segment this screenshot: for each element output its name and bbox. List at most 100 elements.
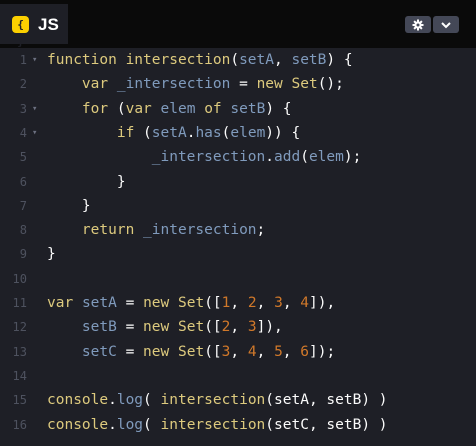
code-token: 6 xyxy=(300,343,309,360)
code-token: , xyxy=(230,319,248,336)
line-number: 1 xyxy=(19,53,27,67)
line-number: 4 xyxy=(19,125,27,140)
code-line[interactable]: 7 } xyxy=(0,194,476,218)
line-number: 11 xyxy=(12,296,27,310)
code-token: , xyxy=(282,295,301,311)
code-token: _intersection xyxy=(151,149,266,166)
code-line[interactable]: 2 var _intersection = new Set(); xyxy=(0,72,476,96)
code-token: Set xyxy=(291,76,318,93)
code-line[interactable]: 16 console.log( intersection(setC, setB) … xyxy=(0,413,476,437)
code-text: _intersection.add(elem); xyxy=(47,145,362,169)
code-area[interactable]: 1 ▾ function intersection(setA, setB) {2 v… xyxy=(0,48,476,446)
code-token: add xyxy=(274,149,301,166)
code-token: ([ xyxy=(204,295,222,311)
code-token: intersection xyxy=(160,416,266,433)
code-token: 3 xyxy=(247,319,257,336)
code-token: ) ) xyxy=(361,392,388,409)
tab-js[interactable]: { } JS xyxy=(0,4,68,48)
settings-button[interactable] xyxy=(405,16,431,33)
code-line[interactable]: 10 xyxy=(0,267,476,291)
code-text: if (setA.has(elem)) { xyxy=(47,121,300,145)
code-line[interactable]: 3 ▾ for (var elem of setB) { xyxy=(0,97,476,121)
code-text: setB = new Set([2, 3]), xyxy=(47,315,283,339)
code-token: console xyxy=(47,416,109,433)
line-number: 14 xyxy=(12,368,27,383)
code-token: setC xyxy=(81,343,117,360)
code-token: } xyxy=(81,197,91,214)
collapse-button[interactable] xyxy=(433,16,459,33)
line-number: 12 xyxy=(12,320,27,335)
code-token: . xyxy=(265,149,274,166)
code-line[interactable]: 4 ▾ if (setA.has(elem)) { xyxy=(0,121,476,145)
code-token: log xyxy=(116,416,144,433)
code-token: , xyxy=(256,343,275,360)
code-text: console.log( intersection(setA, setB) ) xyxy=(47,388,388,412)
code-token: function xyxy=(47,52,117,68)
code-token: elem xyxy=(230,124,266,141)
fold-arrow-icon[interactable]: ▾ xyxy=(32,97,37,121)
code-token: intersection xyxy=(160,392,266,409)
code-token: = xyxy=(230,76,257,93)
fold-arrow-icon[interactable]: ▾ xyxy=(32,121,37,145)
line-number: 8 xyxy=(19,223,27,238)
code-text: } xyxy=(47,242,56,266)
fold-arrow-icon[interactable]: ▾ xyxy=(32,48,37,72)
code-line[interactable]: 15 console.log( intersection(setA, setB) … xyxy=(0,388,476,412)
code-token: elem xyxy=(160,100,196,117)
code-token: , xyxy=(274,52,292,68)
code-line[interactable]: 5 _intersection.add(elem); xyxy=(0,145,476,169)
code-line[interactable]: 8 return _intersection; xyxy=(0,218,476,242)
code-token: . xyxy=(108,416,117,433)
code-token: elem xyxy=(308,149,344,166)
code-token: ) ) xyxy=(361,416,388,433)
code-token: log xyxy=(116,392,144,409)
code-token: )) { xyxy=(265,124,301,141)
code-line[interactable]: 13 setC = new Set([3, 4, 5, 6]); xyxy=(0,340,476,364)
code-token: = xyxy=(116,295,144,311)
code-token: setC xyxy=(274,416,309,433)
code-token: , xyxy=(282,343,301,360)
code-token: setA xyxy=(274,392,309,409)
code-token: ( xyxy=(134,124,152,141)
code-token: 5 xyxy=(274,343,283,360)
code-token: , xyxy=(230,295,248,311)
code-token: var xyxy=(47,295,74,311)
code-token: = xyxy=(116,319,144,336)
code-line[interactable]: 12 setB = new Set([2, 3]), xyxy=(0,315,476,339)
line-number: 6 xyxy=(19,174,27,189)
code-text: function intersection(setA, setB) { xyxy=(47,48,353,72)
code-token: setB xyxy=(230,100,266,117)
code-token: ( xyxy=(230,52,240,68)
code-token: setA xyxy=(239,52,274,68)
code-token: , xyxy=(230,343,248,360)
code-token: setB xyxy=(326,392,362,409)
code-token: setA xyxy=(81,295,117,311)
code-token: new xyxy=(256,76,283,93)
code-token: setB xyxy=(81,319,117,336)
code-token: intersection xyxy=(125,52,231,68)
language-label: JS xyxy=(38,15,59,34)
code-line[interactable]: 9} xyxy=(0,242,476,266)
code-token: ; xyxy=(256,222,266,239)
code-token: console xyxy=(47,392,109,409)
code-token: Set xyxy=(178,295,205,311)
code-token: ]); xyxy=(309,343,336,360)
code-line[interactable]: 11 var setA = new Set([1, 2, 3, 4]), xyxy=(0,291,476,315)
code-line[interactable]: 6 } xyxy=(0,170,476,194)
code-line[interactable]: 1 ▾ function intersection(setA, setB) { xyxy=(0,48,476,72)
code-token: Set xyxy=(177,343,205,360)
code-line[interactable]: 14 xyxy=(0,364,476,388)
code-token: (); xyxy=(317,76,344,93)
js-logo-icon: { } xyxy=(12,16,29,48)
code-token: setB xyxy=(291,52,327,68)
editor-header: { } JS xyxy=(0,0,476,48)
